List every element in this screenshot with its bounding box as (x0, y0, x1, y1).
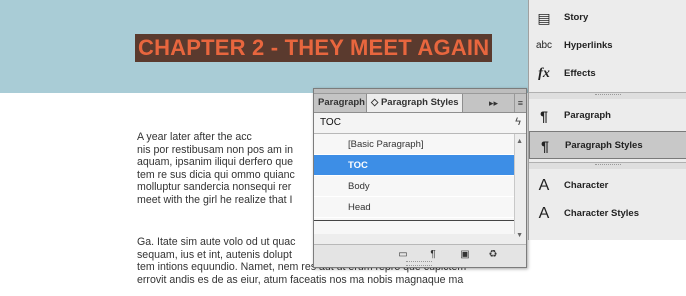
style-item-head[interactable]: Head (314, 197, 514, 218)
dock-group-separator[interactable] (529, 162, 686, 169)
dock-item-character-styles[interactable]: A Character Styles (529, 200, 686, 228)
dock-item-label: Hyperlinks (564, 40, 613, 51)
chapter-title[interactable]: CHAPTER 2 - THEY MEET AGAIN (135, 34, 493, 62)
tab-paragraph-styles[interactable]: ◇ Paragraph Styles (367, 94, 463, 112)
dock-item-effects[interactable]: fx Effects (529, 60, 686, 88)
dock-item-paragraph-styles[interactable]: ¶ Paragraph Styles (529, 131, 686, 159)
panel-menu-icon[interactable]: ≡ (513, 94, 523, 112)
dock-item-label: Paragraph (564, 110, 611, 121)
character-icon: A (538, 177, 550, 194)
dock-item-label: Character Styles (564, 208, 639, 219)
dock-item-label: Effects (564, 68, 596, 79)
scroll-up-arrow-icon[interactable]: ▲ (516, 138, 523, 145)
character-styles-icon: A (538, 205, 550, 222)
list-divider (314, 220, 514, 221)
style-item-basic-paragraph[interactable]: [Basic Paragraph] (314, 134, 514, 155)
folder-icon[interactable]: ▭ (396, 249, 410, 261)
current-style-row: TOC ϟ (314, 113, 526, 134)
story-icon: ▤ (537, 10, 551, 26)
tab-paragraph[interactable]: Paragraph (314, 94, 367, 112)
text-line: errovit andis es de as eiur, atum faceat… (137, 273, 464, 286)
hyperlinks-icon: abc (535, 40, 553, 51)
style-item-toc[interactable]: TOC (314, 155, 514, 176)
scroll-down-arrow-icon[interactable]: ▼ (516, 232, 523, 239)
dock-item-story[interactable]: ▤ Story (529, 4, 686, 32)
clear-overrides-icon[interactable]: ¶ (426, 249, 440, 261)
style-item-body[interactable]: Body (314, 176, 514, 197)
new-style-icon[interactable]: ▣ (458, 249, 472, 261)
current-style-name: TOC (320, 117, 341, 128)
dock-item-label: Paragraph Styles (565, 140, 643, 151)
panel-footer: ▭ ¶ ▣ ♻ (314, 244, 526, 267)
quick-apply-icon[interactable]: ϟ (515, 116, 521, 128)
dock-item-label: Character (564, 180, 609, 191)
dock-item-character[interactable]: A Character (529, 172, 686, 200)
paragraph-styles-icon: ¶ (541, 138, 549, 154)
delete-icon[interactable]: ♻ (486, 249, 500, 261)
styles-list: [Basic Paragraph] TOC Body Head (314, 134, 515, 234)
resize-grip[interactable] (406, 261, 432, 266)
dock-item-label: Story (564, 12, 589, 23)
panel-dock: ▤ Story abc Hyperlinks fx Effects ¶ Para… (528, 0, 686, 240)
dock-item-hyperlinks[interactable]: abc Hyperlinks (529, 32, 686, 60)
panel-tab-bar: Paragraph ◇ Paragraph Styles ▸▸ ≡ (314, 94, 526, 113)
dock-item-paragraph[interactable]: ¶ Paragraph (529, 102, 686, 130)
collapse-panel-icon[interactable]: ▸▸ (489, 94, 498, 112)
dock-group-separator[interactable] (529, 92, 686, 99)
effects-icon: fx (538, 66, 550, 81)
paragraph-styles-panel: Paragraph ◇ Paragraph Styles ▸▸ ≡ TOC ϟ … (313, 88, 527, 268)
pilcrow-icon: ¶ (540, 108, 548, 124)
